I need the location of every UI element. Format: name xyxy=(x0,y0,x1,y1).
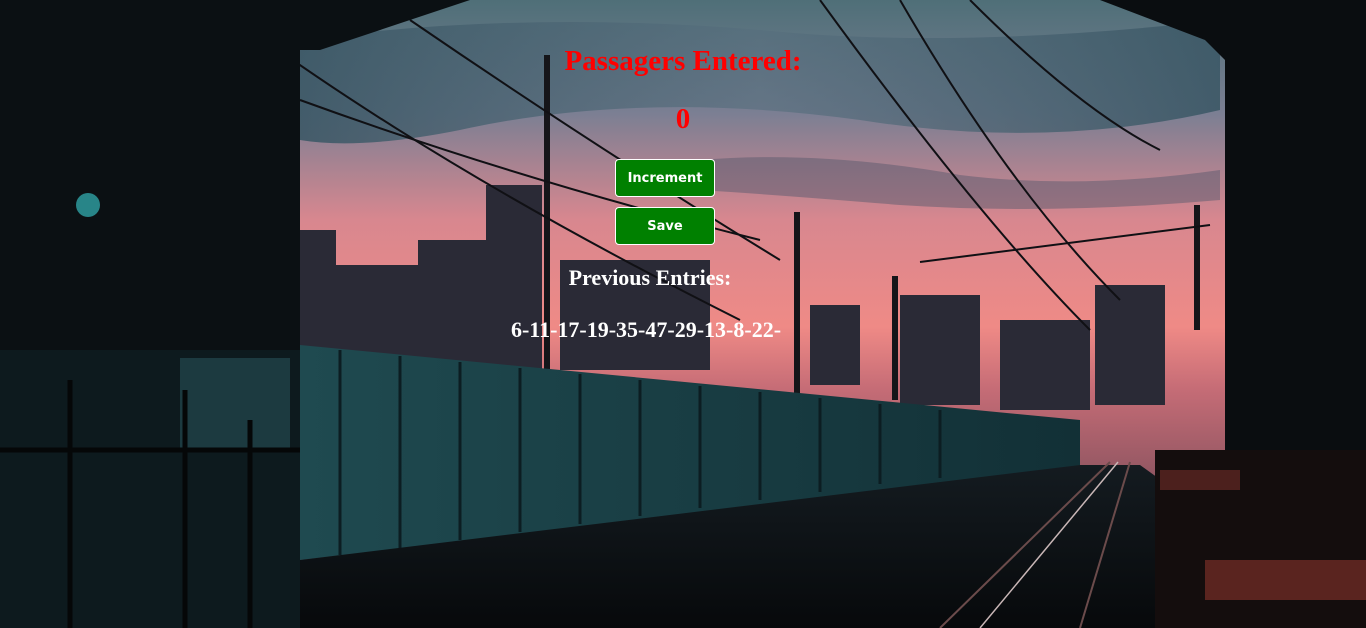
previous-entries-title: Previous Entries: xyxy=(568,265,732,290)
previous-entries-list: 6-11-17-19-35-47-29-13-8-22- xyxy=(510,317,782,342)
counter-title: Passagers Entered: xyxy=(564,45,802,77)
train-station-background-image xyxy=(0,0,1366,628)
increment-button[interactable]: Increment xyxy=(615,159,715,197)
passenger-count: 0 xyxy=(675,103,691,135)
save-button[interactable]: Save xyxy=(615,207,715,245)
